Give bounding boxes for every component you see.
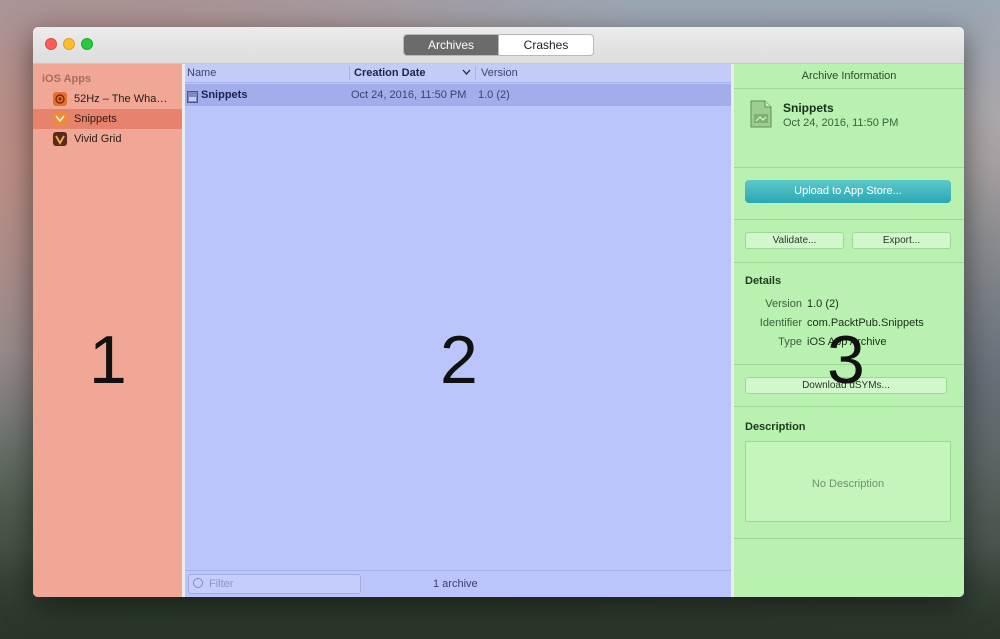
tab-crashes[interactable]: Crashes bbox=[498, 35, 593, 55]
app-vividgrid-icon bbox=[53, 132, 67, 146]
organizer-window: Archives Crashes iOS Apps 52Hz – The Wha… bbox=[33, 27, 964, 597]
filter-placeholder: Filter bbox=[209, 578, 234, 590]
filter-icon bbox=[193, 578, 203, 588]
app-snippets-icon bbox=[53, 112, 67, 126]
sidebar-section-header: iOS Apps bbox=[42, 73, 92, 85]
column-separator bbox=[475, 66, 476, 80]
sidebar-item-label: Vivid Grid bbox=[74, 133, 122, 145]
archive-count-label: 1 archive bbox=[433, 578, 478, 590]
divider bbox=[734, 538, 964, 539]
divider bbox=[734, 262, 964, 263]
sidebar-item-vivid-grid[interactable]: Vivid Grid bbox=[33, 129, 182, 149]
tab-archives[interactable]: Archives bbox=[404, 35, 498, 55]
column-header-bar: Name Creation Date Version bbox=[185, 64, 731, 83]
archive-name: Snippets bbox=[783, 101, 834, 115]
archives-crashes-segmented-control: Archives Crashes bbox=[403, 34, 594, 56]
archive-date: Oct 24, 2016, 11:50 PM bbox=[783, 117, 899, 129]
archive-document-icon bbox=[750, 100, 772, 128]
sidebar-item-52hz[interactable]: 52Hz – The Wha… bbox=[33, 89, 182, 109]
type-label: Type bbox=[778, 336, 802, 348]
export-button[interactable]: Export... bbox=[852, 232, 951, 249]
sort-descending-icon bbox=[462, 65, 471, 83]
apps-sidebar: iOS Apps 52Hz – The Wha… Snippets Vivid … bbox=[33, 64, 182, 597]
title-bar: Archives Crashes bbox=[33, 27, 964, 64]
column-header-version[interactable]: Version bbox=[481, 64, 518, 82]
description-title: Description bbox=[745, 421, 806, 433]
description-placeholder: No Description bbox=[811, 478, 885, 490]
sidebar-item-snippets[interactable]: Snippets bbox=[33, 109, 182, 129]
version-value: 1.0 (2) bbox=[807, 298, 839, 310]
divider bbox=[734, 406, 964, 407]
sidebar-item-label: Snippets bbox=[74, 113, 117, 125]
close-window-button[interactable] bbox=[45, 38, 57, 50]
details-title: Details bbox=[745, 275, 782, 287]
filter-field[interactable]: Filter bbox=[188, 574, 361, 594]
panel-number-2: 2 bbox=[440, 322, 478, 398]
sidebar-item-label: 52Hz – The Wha… bbox=[74, 93, 168, 105]
upload-to-app-store-button[interactable]: Upload to App Store... bbox=[745, 180, 951, 203]
divider bbox=[734, 219, 964, 220]
panel-number-3: 3 bbox=[827, 322, 865, 398]
panel-number-1: 1 bbox=[89, 322, 127, 398]
archive-information-panel: Archive Information Snippets Oct 24, 201… bbox=[734, 64, 964, 597]
column-separator bbox=[349, 66, 350, 80]
column-header-creation-date[interactable]: Creation Date bbox=[354, 64, 426, 82]
list-footer: Filter 1 archive bbox=[185, 570, 731, 597]
archive-version-cell: 1.0 (2) bbox=[478, 89, 510, 101]
identifier-label: Identifier bbox=[759, 317, 802, 329]
table-row[interactable]: Snippets Oct 24, 2016, 11:50 PM 1.0 (2) bbox=[185, 84, 731, 106]
identifier-value: com.PacktPub.Snippets bbox=[807, 317, 924, 329]
app-52hz-icon bbox=[53, 92, 67, 106]
archive-file-icon bbox=[187, 89, 198, 111]
inspector-title: Archive Information bbox=[734, 64, 964, 89]
minimize-window-button[interactable] bbox=[63, 38, 75, 50]
archives-list-panel: Name Creation Date Version Snippets Oct … bbox=[185, 64, 731, 597]
description-field[interactable]: No Description bbox=[745, 441, 951, 522]
divider bbox=[734, 167, 964, 168]
zoom-window-button[interactable] bbox=[81, 38, 93, 50]
archive-name-cell: Snippets bbox=[201, 89, 248, 101]
column-header-name[interactable]: Name bbox=[187, 64, 216, 82]
archive-date-cell: Oct 24, 2016, 11:50 PM bbox=[351, 89, 467, 101]
validate-button[interactable]: Validate... bbox=[745, 232, 844, 249]
version-label: Version bbox=[765, 298, 802, 310]
